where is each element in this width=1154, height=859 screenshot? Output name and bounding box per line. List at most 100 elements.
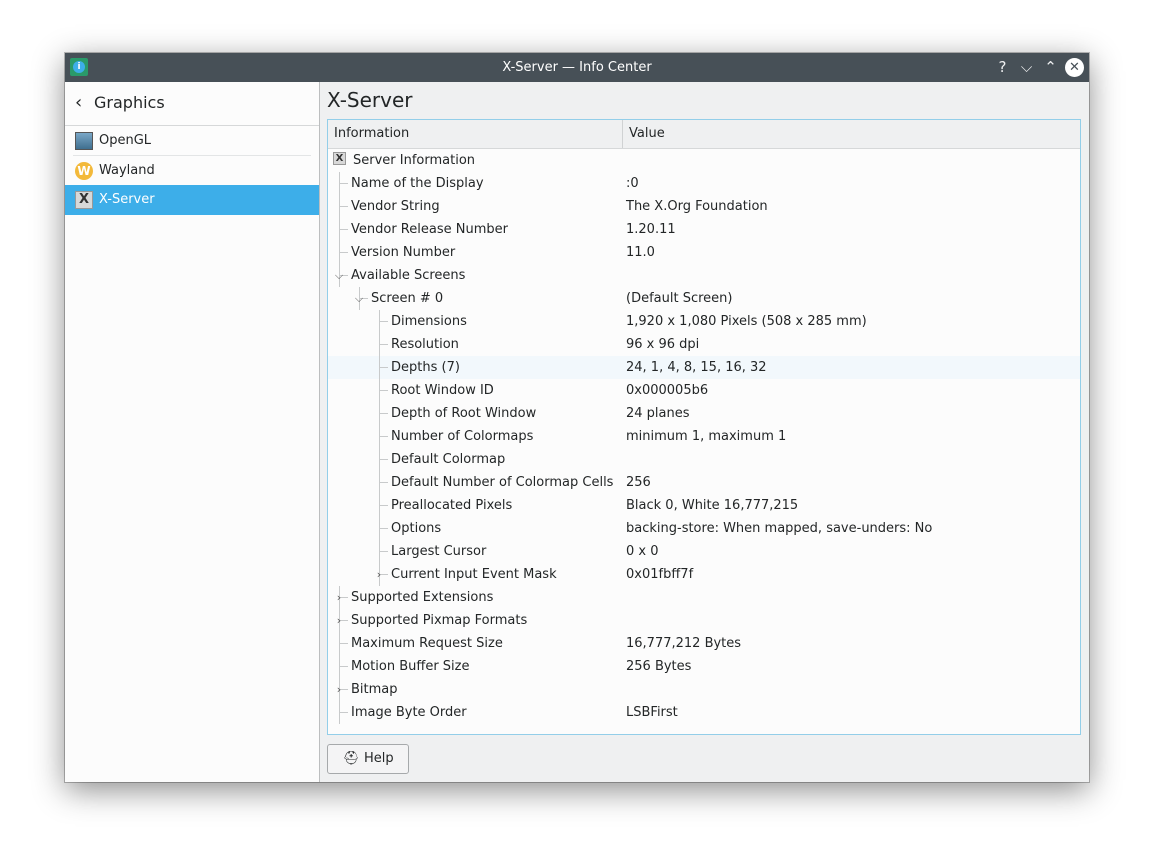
tree-guide-line <box>379 505 388 506</box>
tree-row[interactable]: › Bitmap <box>328 678 1080 701</box>
page-title: X-Server <box>327 88 413 112</box>
chevron-right-icon[interactable]: › <box>334 586 344 609</box>
main-content: X-Server Information Value X Server Infor… <box>320 82 1089 782</box>
tree-row[interactable]: Image Byte Order LSBFirst <box>328 701 1080 724</box>
chevron-left-icon: ‹ <box>75 92 83 113</box>
tree-guide-line <box>379 436 388 437</box>
sidebar: ‹ Graphics OpenGL W Wayland X X-Server <box>65 82 320 782</box>
tree-guide-line <box>339 252 348 253</box>
tree-row[interactable]: Name of the Display:0 <box>328 172 1080 195</box>
tree-guide-line <box>339 643 348 644</box>
tree-row-label: Current Input Event Mask <box>391 567 557 582</box>
sidebar-item-label: Wayland <box>99 163 155 178</box>
tree-guide-line <box>379 459 388 460</box>
tree-row-value: 0x000005b6 <box>626 383 709 398</box>
tree-guide-line <box>379 482 388 483</box>
chevron-down-icon[interactable]: ⌵ <box>334 264 344 287</box>
tree-guide-line <box>339 712 348 713</box>
tree-row-label: Largest Cursor <box>391 544 487 559</box>
maximize-icon[interactable]: ⌃ <box>1041 58 1060 77</box>
minimize-icon[interactable]: ⌵ <box>1017 58 1036 77</box>
tree-guide-line <box>339 206 348 207</box>
tree-row[interactable]: › Current Input Event Mask 0x01fbff7f <box>328 563 1080 586</box>
back-to-graphics-button[interactable]: ‹ Graphics <box>65 82 319 126</box>
tree-guide-line <box>379 367 388 368</box>
close-icon[interactable]: ✕ <box>1065 58 1084 77</box>
tree-row-value: 0 x 0 <box>626 544 659 559</box>
tree-row[interactable]: Options backing-store: When mapped, save-… <box>328 517 1080 540</box>
sidebar-category-title: Graphics <box>94 93 165 112</box>
info-center-window: i X-Server — Info Center ? ⌵ ⌃ ✕ ‹ Graph… <box>65 53 1089 782</box>
column-divider[interactable] <box>622 120 623 148</box>
tree-row[interactable]: Number of Colormaps minimum 1, maximum 1 <box>328 425 1080 448</box>
tree-row[interactable]: Version Number 11.0 <box>328 241 1080 264</box>
sidebar-item-label: OpenGL <box>99 133 152 148</box>
tree-row[interactable]: Depths (7) 24, 1, 4, 8, 15, 16, 32 <box>328 356 1080 379</box>
tree-row[interactable]: X Server Information <box>328 149 1080 172</box>
tree-row-label: Preallocated Pixels <box>391 498 513 513</box>
title-bar[interactable]: i X-Server — Info Center ? ⌵ ⌃ ✕ <box>65 53 1089 82</box>
sidebar-item-wayland[interactable]: W Wayland <box>65 156 319 186</box>
tree-guide-line <box>379 321 388 322</box>
wayland-icon: W <box>75 162 93 180</box>
tree-row-value: 11.0 <box>626 245 655 260</box>
chevron-down-icon[interactable]: ⌵ <box>354 287 364 310</box>
tree-row[interactable]: Vendor Release Number 1.20.11 <box>328 218 1080 241</box>
tree-row-value: minimum 1, maximum 1 <box>626 429 787 444</box>
tree-guide-line <box>339 183 348 184</box>
info-tree-view[interactable]: Information Value X Server Information Nam… <box>327 119 1081 735</box>
tree-row-label: Available Screens <box>351 268 466 283</box>
tree-row-label: Motion Buffer Size <box>351 659 470 674</box>
tree-row[interactable]: Depth of Root Window 24 planes <box>328 402 1080 425</box>
sidebar-item-opengl[interactable]: OpenGL <box>65 126 319 156</box>
tree-guide-line <box>339 229 348 230</box>
chevron-right-icon[interactable]: › <box>374 563 384 586</box>
tree-guide-line <box>379 390 388 391</box>
tree-row-value: backing-store: When mapped, save-unders:… <box>626 521 933 536</box>
tree-guide-line <box>379 528 388 529</box>
tree-row-value: 256 Bytes <box>626 659 692 674</box>
chevron-right-icon[interactable]: › <box>334 609 344 632</box>
tree-row-label: Options <box>391 521 442 536</box>
tree-row[interactable]: ⌵ Available Screens <box>328 264 1080 287</box>
tree-row-label: Vendor String <box>351 199 440 214</box>
tree-guide-line <box>339 666 348 667</box>
tree-row[interactable]: Maximum Request Size 16,777,212 Bytes <box>328 632 1080 655</box>
tree-row[interactable]: Default Number of Colormap Cells 256 <box>328 471 1080 494</box>
help-button-label: Help <box>364 751 394 766</box>
tree-row-value: 0x01fbff7f <box>626 567 694 582</box>
tree-row[interactable]: Dimensions 1,920 x 1,080 Pixels (508 x 28… <box>328 310 1080 333</box>
tree-row[interactable]: Motion Buffer Size 256 Bytes <box>328 655 1080 678</box>
tree-row[interactable]: › Supported Pixmap Formats <box>328 609 1080 632</box>
tree-row[interactable]: › Supported Extensions <box>328 586 1080 609</box>
xserver-icon: X <box>75 191 93 209</box>
tree-row-value: 1.20.11 <box>626 222 676 237</box>
tree-row[interactable]: Vendor String The X.Org Foundation <box>328 195 1080 218</box>
help-question-icon[interactable]: ? <box>993 58 1012 77</box>
tree-row[interactable]: Default Colormap <box>328 448 1080 471</box>
tree-row-label: Root Window ID <box>391 383 494 398</box>
tree-row[interactable]: Resolution 96 x 96 dpi <box>328 333 1080 356</box>
tree-rows: X Server Information Name of the Display:0… <box>328 149 1080 724</box>
tree-row-value: 24 planes <box>626 406 690 421</box>
tree-row-label: Maximum Request Size <box>351 636 503 651</box>
column-header-information[interactable]: Information <box>334 120 409 148</box>
tree-row-label: Supported Pixmap Formats <box>351 613 528 628</box>
tree-row-label: Supported Extensions <box>351 590 494 605</box>
tree-guide-line <box>379 344 388 345</box>
tree-guide-line <box>379 413 388 414</box>
tree-guide-line <box>379 551 388 552</box>
tree-row[interactable]: Preallocated Pixels Black 0, White 16,777… <box>328 494 1080 517</box>
help-button[interactable]: ⛑ Help <box>327 744 409 774</box>
sidebar-item-xserver[interactable]: X X-Server <box>65 185 319 215</box>
window-title: X-Server — Info Center <box>502 60 652 75</box>
tree-row[interactable]: Largest Cursor 0 x 0 <box>328 540 1080 563</box>
chevron-right-icon[interactable]: › <box>334 678 344 701</box>
tree-row[interactable]: ⌵ Screen # 0 (Default Screen) <box>328 287 1080 310</box>
tree-row-label: Version Number <box>351 245 456 260</box>
column-header-value[interactable]: Value <box>629 120 665 148</box>
tree-row-value: (Default Screen) <box>626 291 733 306</box>
tree-row-value: 1,920 x 1,080 Pixels (508 x 285 mm) <box>626 314 867 329</box>
tree-row-label: Dimensions <box>391 314 467 329</box>
tree-row[interactable]: Root Window ID 0x000005b6 <box>328 379 1080 402</box>
